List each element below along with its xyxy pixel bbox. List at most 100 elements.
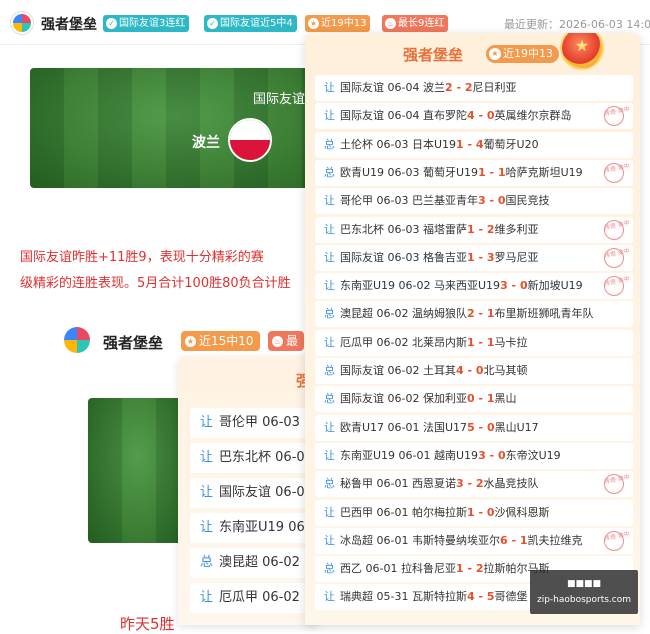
tag-label: 近19中13 bbox=[321, 18, 367, 29]
tag-label: 最 bbox=[286, 334, 299, 348]
brand-logo-icon bbox=[64, 327, 90, 353]
list-item[interactable]: 总土伦杯 06-03 日本U191 - 4葡萄牙U20 bbox=[315, 131, 633, 158]
match-info: 东南亚U19 06-02 马来西亚U19 bbox=[340, 279, 501, 293]
match-info: 欧青U19 06-03 葡萄牙U19 bbox=[340, 165, 479, 179]
match-info: 国际友谊 06-04 波兰 bbox=[340, 81, 445, 94]
match-score: 0 - 1 bbox=[466, 392, 495, 406]
watermark: ■■■■ zip-haobosports.com bbox=[530, 570, 638, 614]
medal-icon: ★ bbox=[562, 33, 602, 68]
list-item[interactable]: 让欧青U17 06-01 法国U175 - 0黑山U17 bbox=[315, 414, 633, 441]
streak-tag-4: ♨ 最长9连红 bbox=[382, 15, 449, 32]
results-popup: 强者堡垒 ★ 近19中13 ★ 让国际友谊 06-04 波兰2 - 2尼日利亚让国… bbox=[305, 33, 640, 625]
popup-streak-tag: ★ 近19中13 bbox=[486, 45, 559, 63]
match-info: 国际友谊 06-02 土耳其 bbox=[340, 364, 456, 377]
check-icon: ✓ bbox=[106, 18, 117, 29]
bet-type: 让 bbox=[324, 194, 335, 208]
match-score: 3 - 2 bbox=[455, 477, 484, 491]
match-info: 厄瓜甲 06-02 北莱昂内斯 bbox=[340, 335, 467, 349]
match-score: 1 - 4 bbox=[456, 137, 484, 151]
match-score: 1 - 3 bbox=[466, 250, 495, 264]
bet-type: 总 bbox=[324, 307, 335, 321]
popup-title: 强者堡垒 bbox=[403, 46, 464, 64]
tag-label: 国际友谊3连红 bbox=[119, 18, 186, 29]
match-info: 国际友谊 06-03 格鲁吉亚 bbox=[340, 250, 467, 264]
article-line-2: 级精彩的连胜表现。5月合计100胜80负合计胜 bbox=[20, 276, 291, 291]
match-score: 3 - 0 bbox=[500, 279, 528, 293]
poland-flag-icon bbox=[228, 118, 272, 162]
match-info: 国际友谊 06-04 直布罗陀 bbox=[340, 109, 467, 123]
article-line-1: 国际友谊昨胜+11胜9，表现十分精彩的赛 bbox=[20, 250, 264, 265]
list-item[interactable]: 总国际友谊 06-02 保加利亚0 - 1黑山 bbox=[315, 386, 633, 413]
brand-name-2[interactable]: 强者堡垒 bbox=[103, 332, 163, 353]
match-info: 巴东北杯 06-03 福塔雷萨 bbox=[340, 222, 467, 236]
list-item[interactable]: 让哥伦甲 06-03 巴兰基亚青年3 - 0国民竞技 bbox=[315, 188, 633, 215]
bet-type: 总 bbox=[324, 364, 335, 377]
bet-type: 让 bbox=[324, 335, 335, 349]
bet-type: 让 bbox=[324, 420, 335, 434]
streak-tag-2: ✓ 国际友谊近5中4 bbox=[204, 15, 297, 32]
bet-type: 总 bbox=[200, 555, 214, 570]
away-team: 马卡拉 bbox=[494, 335, 528, 349]
list-item[interactable]: 让国际友谊 06-03 格鲁吉亚1 - 3罗马尼亚 传奇 命中 bbox=[315, 244, 633, 271]
hit-stamp-icon: 传奇 命中 bbox=[602, 104, 631, 129]
list-item[interactable]: 让国际友谊 06-04 直布罗陀4 - 0英属维尔京群岛 传奇 命中 bbox=[315, 103, 633, 130]
streak-tag-1: ✓ 国际友谊3连红 bbox=[103, 15, 190, 32]
match-info: 秘鲁甲 06-01 西恩夏诺 bbox=[340, 477, 456, 491]
bet-type: 让 bbox=[324, 590, 335, 604]
brand-name[interactable]: 强者堡垒 bbox=[41, 14, 97, 34]
away-team: 凯夫拉维克 bbox=[527, 533, 583, 547]
away-team: 黑山U17 bbox=[494, 420, 539, 434]
bet-type: 让 bbox=[324, 448, 335, 462]
list-item[interactable]: 总欧青U19 06-03 葡萄牙U191 - 1哈萨克斯坦U19 传奇 命中 bbox=[315, 159, 633, 186]
article-footer-fragment: 昨天5胜 bbox=[120, 615, 175, 633]
match-banner-2[interactable] bbox=[88, 398, 188, 543]
match-banner[interactable] bbox=[30, 68, 320, 188]
bet-type: 让 bbox=[200, 485, 214, 500]
streak-tag-6: ♨ 最 bbox=[268, 331, 305, 351]
away-team: 维多利亚 bbox=[494, 222, 539, 236]
away-team: 沙佩科恩斯 bbox=[494, 505, 550, 519]
list-item[interactable]: 让冰岛超 06-01 韦斯特曼纳埃亚尔6 - 1凯夫拉维克 传奇 命中 bbox=[315, 527, 633, 554]
hit-stamp-icon: 传奇 命中 bbox=[602, 217, 631, 242]
match-score: 5 - 0 bbox=[467, 420, 495, 434]
match-info: 西乙 06-01 拉科鲁尼亚 bbox=[340, 562, 456, 576]
match-info: 土伦杯 06-03 日本U19 bbox=[340, 137, 457, 151]
match-info: 欧青U17 06-01 法国U17 bbox=[340, 420, 468, 434]
list-item[interactable]: 让巴东北杯 06-03 福塔雷萨1 - 2维多利亚 传奇 命中 bbox=[315, 216, 633, 243]
list-item[interactable]: 总澳昆超 06-02 温纳姆狼队2 - 1布里斯班狮吼青年队 bbox=[315, 301, 633, 328]
away-team: 哈萨克斯坦U19 bbox=[505, 165, 583, 179]
away-team: 东帝汶U19 bbox=[505, 448, 561, 462]
match-info: 巴西甲 06-01 帕尔梅拉斯 bbox=[340, 505, 467, 519]
list-item[interactable]: 让东南亚U19 06-02 马来西亚U193 - 0新加坡U19 传奇 命中 bbox=[315, 273, 633, 300]
hit-stamp-icon: 传奇 命中 bbox=[602, 472, 631, 497]
flame-icon: ♨ bbox=[272, 336, 283, 347]
tag-label: 最长9连红 bbox=[398, 18, 445, 29]
banner-title: 国际友谊 bbox=[253, 92, 306, 107]
tag-label: 近19中13 bbox=[503, 47, 553, 60]
list-item[interactable]: 让巴西甲 06-01 帕尔梅拉斯1 - 0沙佩科恩斯 bbox=[315, 499, 633, 526]
hit-stamp-icon: 传奇 命中 bbox=[602, 161, 631, 185]
match-info: 瑞典超 05-31 瓦斯特拉斯 bbox=[340, 590, 467, 604]
match-score: 1 - 0 bbox=[466, 505, 495, 519]
bet-type: 让 bbox=[200, 520, 214, 535]
bet-type: 让 bbox=[324, 533, 335, 547]
match-score: 2 - 1 bbox=[466, 307, 495, 321]
list-item[interactable]: 让厄瓜甲 06-02 北莱昂内斯1 - 1马卡拉 bbox=[315, 329, 633, 356]
match-score: 4 - 0 bbox=[455, 364, 484, 377]
thumb-icon: ★ bbox=[308, 18, 319, 29]
hit-stamp-icon: 传奇 命中 bbox=[602, 245, 631, 270]
list-item[interactable]: 总国际友谊 06-02 土耳其4 - 0北马其顿 bbox=[315, 358, 633, 384]
check-icon: ✓ bbox=[207, 18, 218, 29]
match-text: 国际友谊 06-0 bbox=[219, 485, 305, 500]
list-item[interactable]: 总秘鲁甲 06-01 西恩夏诺3 - 2水晶竞技队 传奇 命中 bbox=[315, 471, 633, 498]
recent-results-card-2: 强 让哥伦甲 06-03 让巴东北杯 06-0 让国际友谊 06-0 让东南亚U… bbox=[178, 356, 330, 625]
bet-type: 让 bbox=[324, 250, 335, 264]
match-info: 东南亚U19 06-01 越南U19 bbox=[340, 448, 479, 462]
hit-stamp-icon: 传奇 命中 bbox=[602, 528, 631, 553]
list-item[interactable]: 让国际友谊 06-04 波兰2 - 2尼日利亚 bbox=[315, 75, 633, 101]
match-score: 1 - 2 bbox=[466, 222, 495, 236]
bet-type: 总 bbox=[324, 137, 335, 151]
list-item[interactable]: 让东南亚U19 06-01 越南U193 - 0东帝汶U19 bbox=[315, 442, 633, 469]
match-score: 4 - 0 bbox=[466, 109, 495, 123]
away-team: 哥德堡 bbox=[494, 590, 528, 604]
